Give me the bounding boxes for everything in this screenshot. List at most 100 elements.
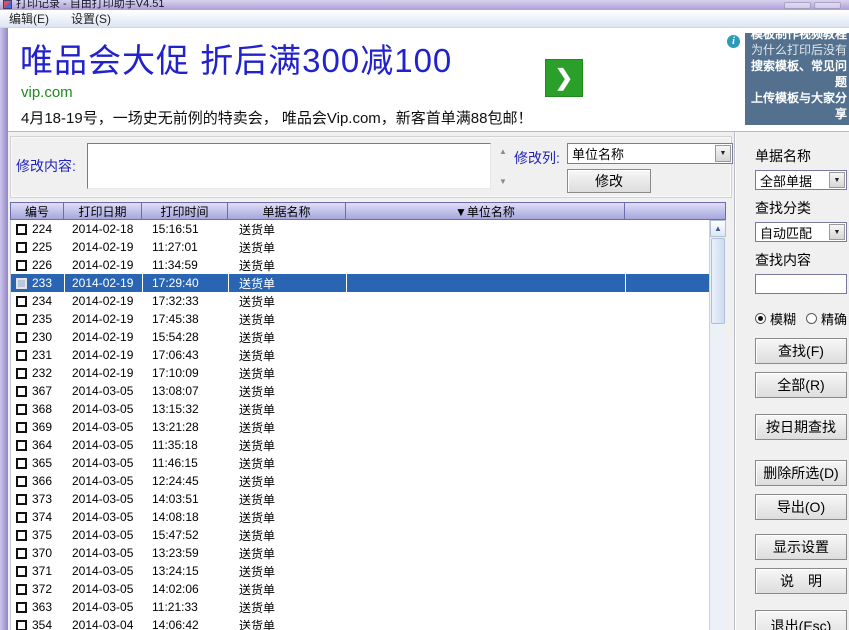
row-checkbox[interactable] [16,314,27,325]
search-category-value: 自动匹配 [760,223,812,242]
sidebar-button-exit[interactable]: 退出(Esc) [755,610,847,630]
row-checkbox[interactable] [16,224,27,235]
row-checkbox[interactable] [16,566,27,577]
table-row[interactable]: 3692014-03-0513:21:28送货单 [11,418,709,436]
spinner-up-icon[interactable]: ▲ [497,147,509,156]
modify-content-input[interactable] [87,143,491,189]
row-checkbox[interactable] [16,548,27,559]
table-row[interactable]: 2262014-02-1911:34:59送货单 [11,256,709,274]
table-row[interactable]: 3652014-03-0511:46:15送货单 [11,454,709,472]
scroll-up-icon[interactable]: ▲ [710,220,726,237]
help-link[interactable]: 上传模板与大家分享 [749,90,847,122]
row-checkbox[interactable] [16,440,27,451]
table-cell: 233 [11,274,65,292]
sidebar-button-find[interactable]: 查找(F) [755,338,847,364]
dropdown-arrow-icon[interactable]: ▼ [715,145,731,162]
table-row[interactable]: 2312014-02-1917:06:43送货单 [11,346,709,364]
menu-item[interactable]: 编辑(E) [9,10,49,27]
table-row[interactable]: 3662014-03-0512:24:45送货单 [11,472,709,490]
fuzzy-radio[interactable] [755,313,766,324]
table-row[interactable]: 3742014-03-0514:08:18送货单 [11,508,709,526]
spinner-down-icon[interactable]: ▼ [497,177,509,186]
modify-column-select[interactable]: 单位名称 ▼ [567,143,733,164]
app-window: 打印记录 - 自由打印助手V4.51 编辑(E)设置(S) 唯品会大促 折后满3… [0,0,849,630]
sidebar-button-display-settings[interactable]: 显示设置 [755,534,847,560]
minimize-button[interactable] [784,2,811,9]
row-checkbox[interactable] [16,602,27,613]
table-row[interactable]: 2302014-02-1915:54:28送货单 [11,328,709,346]
column-header[interactable] [625,202,726,220]
table-row[interactable]: 3752014-03-0515:47:52送货单 [11,526,709,544]
table-cell: 363 [11,598,65,616]
row-checkbox[interactable] [16,494,27,505]
table-row[interactable]: 2352014-02-1917:45:38送货单 [11,310,709,328]
table-row[interactable]: 3702014-03-0513:23:59送货单 [11,544,709,562]
sidebar-button-delete-selected[interactable]: 删除所选(D) [755,460,847,486]
row-checkbox[interactable] [16,350,27,361]
row-checkbox[interactable] [16,458,27,469]
table-row[interactable]: 2332014-02-1917:29:40送货单 [11,274,709,292]
info-icon[interactable]: i [727,35,740,48]
sidebar-button-all[interactable]: 全部(R) [755,372,847,398]
table-row[interactable]: 3672014-03-0513:08:07送货单 [11,382,709,400]
records-table: 编号打印日期打印时间单据名称▼单位名称 2242014-02-1815:16:5… [10,202,726,630]
help-link[interactable]: 为什么打印后没有 [749,42,847,58]
close-button[interactable] [814,2,841,9]
menu-item[interactable]: 设置(S) [71,10,111,27]
row-checkbox[interactable] [16,386,27,397]
column-header[interactable]: ▼单位名称 [346,202,625,220]
exact-radio[interactable] [806,313,817,324]
row-checkbox[interactable] [16,242,27,253]
search-content-input[interactable] [755,274,847,294]
row-checkbox[interactable] [16,296,27,307]
table-cell: 17:32:33 [143,292,229,310]
help-link[interactable]: 模板制作视频教程 [749,33,847,42]
ad-go-button[interactable]: ❯ [545,59,583,97]
vertical-scrollbar[interactable]: ▲ [709,220,726,630]
scrollbar-thumb[interactable] [711,238,725,324]
sidebar-button-find-by-date[interactable]: 按日期查找 [755,414,847,440]
row-checkbox[interactable] [16,368,27,379]
table-cell: 225 [11,238,65,256]
row-checkbox[interactable] [16,476,27,487]
dropdown-arrow-icon[interactable]: ▼ [829,172,845,188]
row-checkbox[interactable] [16,404,27,415]
modify-button[interactable]: 修改 [567,169,651,193]
table-cell: 232 [11,364,65,382]
dropdown-arrow-icon[interactable]: ▼ [829,224,845,240]
table-cell [347,256,626,274]
table-row[interactable]: 3642014-03-0511:35:18送货单 [11,436,709,454]
table-row[interactable]: 2322014-02-1917:10:09送货单 [11,364,709,382]
doc-name-select[interactable]: 全部单据 ▼ [755,170,847,190]
table-row[interactable]: 3682014-03-0513:15:32送货单 [11,400,709,418]
column-header[interactable]: 单据名称 [228,202,346,220]
table-row[interactable]: 3542014-03-0414:06:42送货单 [11,616,709,630]
column-header[interactable]: 编号 [10,202,64,220]
row-checkbox[interactable] [16,620,27,630]
row-checkbox[interactable] [16,422,27,433]
row-checkbox[interactable] [16,260,27,271]
table-row[interactable]: 2252014-02-1911:27:01送货单 [11,238,709,256]
column-header[interactable]: 打印时间 [142,202,228,220]
ad-headline[interactable]: 唯品会大促 折后满300减100 [20,34,452,82]
row-checkbox[interactable] [16,530,27,541]
table-cell: 17:10:09 [143,364,229,382]
table-row[interactable]: 3632014-03-0511:21:33送货单 [11,598,709,616]
sidebar-button-help[interactable]: 说 明 [755,568,847,594]
search-category-select[interactable]: 自动匹配 ▼ [755,222,847,242]
row-checkbox[interactable] [16,584,27,595]
row-checkbox[interactable] [16,278,27,289]
row-checkbox[interactable] [16,332,27,343]
table-row[interactable]: 2242014-02-1815:16:51送货单 [11,220,709,238]
table-row[interactable]: 3732014-03-0514:03:51送货单 [11,490,709,508]
row-checkbox[interactable] [16,512,27,523]
table-row[interactable]: 3722014-03-0514:02:06送货单 [11,580,709,598]
table-row[interactable]: 3712014-03-0513:24:15送货单 [11,562,709,580]
table-cell: 366 [11,472,65,490]
help-link[interactable]: 搜索模板、常见问题 [749,58,847,90]
column-header[interactable]: 打印日期 [64,202,142,220]
table-cell [347,544,626,562]
sidebar-button-export[interactable]: 导出(O) [755,494,847,520]
ad-domain-link[interactable]: vip.com [21,84,73,101]
table-row[interactable]: 2342014-02-1917:32:33送货单 [11,292,709,310]
